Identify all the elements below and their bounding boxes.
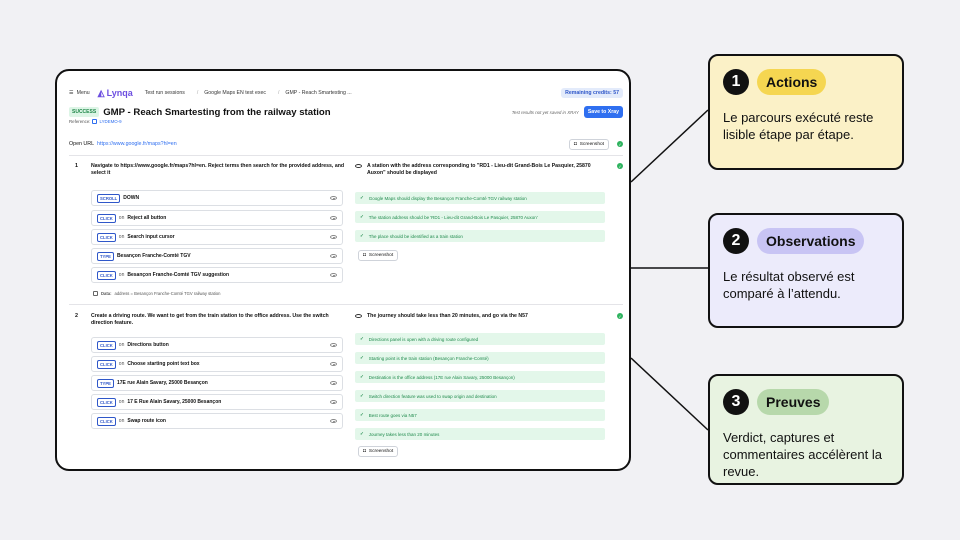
- expected-result: A station with the address corresponding…: [355, 163, 609, 177]
- check-item: ✓ Google Maps should display the Besançon…: [355, 192, 605, 204]
- action-type: CLICK: [97, 397, 116, 407]
- check-item: ✓ Journey takes less than 20 minutes: [355, 428, 605, 440]
- step-description: Navigate to https://www.google.fr/maps?h…: [91, 163, 345, 176]
- callout-text: Le parcours exécuté reste lisible étape …: [723, 110, 874, 142]
- callout-number: 3: [723, 389, 749, 415]
- reference-link[interactable]: LYDEMO-9: [99, 119, 121, 124]
- step-2: 2 Create a driving route. We want to get…: [69, 313, 623, 463]
- check-item: ✓ Switch direction feature was used to sw…: [355, 390, 605, 402]
- not-saved-note: Test results not yet saved in XRAY: [511, 109, 579, 115]
- check-icon: ✓: [360, 355, 364, 360]
- title-row: SUCCESS GMP - Reach Smartesting from the…: [69, 105, 623, 119]
- callout-text: Le résultat observé est comparé à l’atte…: [723, 269, 855, 301]
- screenshot-button[interactable]: ◘ Screenshot: [358, 446, 399, 457]
- screenshot-button[interactable]: ◘ Screenshot: [358, 250, 399, 261]
- step-1: 1 Navigate to https://www.google.fr/maps…: [75, 163, 623, 296]
- callout-actions: 1 Actions Le parcours exécuté reste lisi…: [708, 54, 904, 170]
- action-row[interactable]: CLICK on Swap route icon: [91, 413, 343, 429]
- callout-number: 2: [723, 228, 749, 254]
- status-badge: SUCCESS: [69, 107, 100, 117]
- expected-result: The journey should take less than 20 min…: [355, 313, 609, 320]
- data-note: Data: address = Besançon Franche-Comté T…: [93, 291, 220, 296]
- breadcrumb-exec[interactable]: Google Maps EN test exec: [204, 90, 266, 96]
- camera-icon: ◘: [363, 253, 366, 258]
- callout-text: Verdict, captures et commentaires accélè…: [723, 430, 882, 479]
- check-icon: ✓: [360, 374, 364, 379]
- action-type: CLICK: [97, 340, 116, 350]
- action-type: CLICK: [97, 213, 116, 223]
- check-icon: ✓: [360, 336, 364, 341]
- eye-icon[interactable]: [330, 343, 337, 347]
- eye-icon[interactable]: [330, 196, 337, 200]
- eye-icon[interactable]: [330, 216, 337, 220]
- check-icon: ✓: [360, 195, 364, 200]
- eye-icon[interactable]: [330, 400, 337, 404]
- action-type: CLICK: [97, 270, 116, 280]
- eye-icon[interactable]: [330, 362, 337, 366]
- breadcrumb-sessions[interactable]: Test run sessions: [145, 90, 185, 96]
- action-type: SCROLL: [97, 193, 121, 203]
- action-row[interactable]: CLICK on Choose starting point text box: [91, 356, 343, 372]
- check-item: ✓ Destination is the office address (17E …: [355, 371, 605, 383]
- action-type: CLICK: [97, 416, 116, 426]
- action-row[interactable]: TYPE 17E rue Alain Savary, 25000 Besanço…: [91, 375, 343, 391]
- check-item: ✓ Directions panel is open with a driving…: [355, 333, 605, 345]
- action-row[interactable]: CLICK on 17 E Rue Alain Savary, 25000 Be…: [91, 394, 343, 410]
- jira-icon: [92, 119, 98, 124]
- check-item: ✓ Starting point is the train station (Be…: [355, 352, 605, 364]
- check-icon: ✓: [360, 393, 364, 398]
- eye-icon[interactable]: [330, 273, 337, 277]
- data-icon: [93, 291, 98, 296]
- credits-badge: Remaining credits: 57: [561, 88, 623, 98]
- action-row[interactable]: TYPE Besançon Franche-Comté TGV: [91, 248, 343, 264]
- page-title: GMP - Reach Smartesting from the railway…: [103, 106, 331, 118]
- action-row[interactable]: CLICK on Reject all button: [91, 210, 343, 226]
- check-item: ✓ The place should be identified as a tra…: [355, 230, 605, 242]
- eye-icon[interactable]: [330, 235, 337, 239]
- check-icon: ✓: [360, 431, 364, 436]
- menu-button[interactable]: ☰ Menu: [69, 90, 90, 96]
- action-type: CLICK: [97, 232, 116, 242]
- callout-title: Actions: [757, 69, 827, 95]
- breadcrumb-current: GMP - Reach Smartesting ...: [285, 90, 352, 96]
- check-item: ✓ Best route goes via N57: [355, 409, 605, 421]
- callout-title: Observations: [757, 228, 865, 254]
- callout-preuves: 3 Preuves Verdict, captures et commentai…: [708, 374, 904, 485]
- action-row[interactable]: CLICK on Besançon Franche-Comté TGV sugg…: [91, 267, 343, 283]
- callout-observations: 2 Observations Le résultat observé est c…: [708, 213, 904, 328]
- check-item: ✓ The station address should be 'RD1 - Li…: [355, 211, 605, 223]
- top-bar: ☰ Menu ◭ Lynqa Test run sessions / Googl…: [69, 86, 623, 100]
- check-icon: ✓: [360, 233, 364, 238]
- step-description: Create a driving route. We want to get f…: [91, 313, 329, 326]
- callout-title: Preuves: [757, 389, 830, 415]
- eye-icon: [355, 314, 362, 318]
- open-url-row: Open URL https://www.google.fr/maps?hl=e…: [69, 137, 623, 151]
- action-row[interactable]: CLICK on Directions button: [91, 337, 343, 353]
- save-to-xray-button[interactable]: Save to Xray: [583, 106, 623, 118]
- check-icon: ✓: [360, 412, 364, 417]
- action-type: TYPE: [97, 378, 114, 388]
- eye-icon: [355, 164, 362, 168]
- lynqa-logo[interactable]: ◭ Lynqa: [98, 88, 133, 99]
- screenshot-button[interactable]: ◘ Screenshot: [568, 138, 609, 150]
- action-row[interactable]: CLICK on Search input cursor: [91, 229, 343, 245]
- camera-icon: ◘: [363, 449, 366, 454]
- action-type: TYPE: [97, 251, 114, 261]
- eye-icon[interactable]: [330, 381, 337, 385]
- success-check-icon: ✓: [617, 141, 623, 147]
- action-row[interactable]: SCROLL DOWN: [91, 190, 343, 206]
- reference: Reference: LYDEMO-9: [69, 119, 122, 124]
- eye-icon[interactable]: [330, 254, 337, 258]
- camera-icon: ◘: [573, 141, 577, 147]
- check-icon: ✓: [360, 214, 364, 219]
- open-url-link[interactable]: https://www.google.fr/maps?hl=en: [97, 141, 177, 147]
- hamburger-icon: ☰: [69, 90, 74, 96]
- success-check-icon: ✓: [617, 163, 623, 169]
- success-check-icon: ✓: [617, 313, 623, 319]
- app-screenshot-frame: ☰ Menu ◭ Lynqa Test run sessions / Googl…: [55, 69, 631, 471]
- callout-number: 1: [723, 69, 749, 95]
- action-type: CLICK: [97, 359, 116, 369]
- logo-icon: ◭: [97, 87, 105, 98]
- eye-icon[interactable]: [330, 419, 337, 423]
